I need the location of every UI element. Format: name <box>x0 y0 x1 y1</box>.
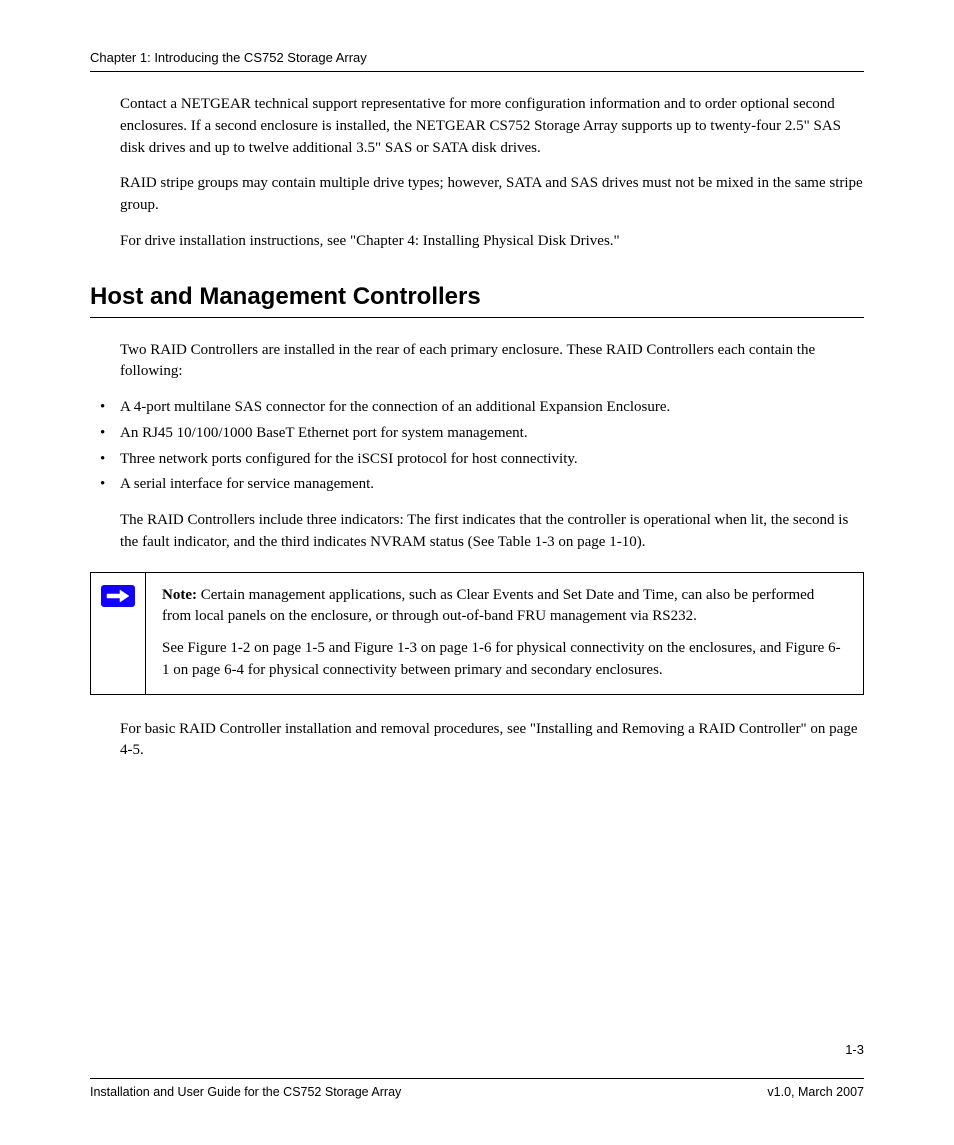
list-item: A serial interface for service managemen… <box>90 474 864 496</box>
note-text-2: See Figure 1-2 on page 1-5 and Figure 1-… <box>162 638 847 682</box>
footer-rule <box>90 1078 864 1079</box>
arrow-right-icon <box>101 585 135 607</box>
section-lead: Two RAID Controllers are installed in th… <box>120 340 864 384</box>
header-chapter-title: Chapter 1: Introducing the CS752 Storage… <box>90 50 864 65</box>
note-callout: Note: Certain management applications, s… <box>90 572 864 695</box>
intro-paragraph-1: Contact a NETGEAR technical support repr… <box>120 94 864 159</box>
footer-left: Installation and User Guide for the CS75… <box>90 1085 401 1099</box>
list-item: Three network ports configured for the i… <box>90 449 864 471</box>
note-content: Note: Certain management applications, s… <box>146 573 863 694</box>
list-item: A 4-port multilane SAS connector for the… <box>90 397 864 419</box>
intro-paragraph-2: RAID stripe groups may contain multiple … <box>120 173 864 217</box>
page-number: 1-3 <box>845 1042 864 1057</box>
section-after-list: The RAID Controllers include three indic… <box>120 510 864 554</box>
page-footer: Installation and User Guide for the CS75… <box>90 1078 864 1099</box>
footer-row: Installation and User Guide for the CS75… <box>90 1085 864 1099</box>
note-label: Note: <box>162 587 197 603</box>
controller-feature-list: A 4-port multilane SAS connector for the… <box>90 397 864 496</box>
note-text-1: Certain management applications, such as… <box>162 587 814 625</box>
note-icon-cell <box>91 573 146 694</box>
footer-right: v1.0, March 2007 <box>767 1085 864 1099</box>
section-heading: Host and Management Controllers <box>90 283 864 311</box>
section-closing: For basic RAID Controller installation a… <box>120 719 864 763</box>
page: Chapter 1: Introducing the CS752 Storage… <box>0 0 954 1145</box>
list-item: An RJ45 10/100/1000 BaseT Ethernet port … <box>90 423 864 445</box>
section-rule <box>90 317 864 318</box>
intro-paragraph-3: For drive installation instructions, see… <box>120 231 864 253</box>
page-header: Chapter 1: Introducing the CS752 Storage… <box>90 50 864 72</box>
